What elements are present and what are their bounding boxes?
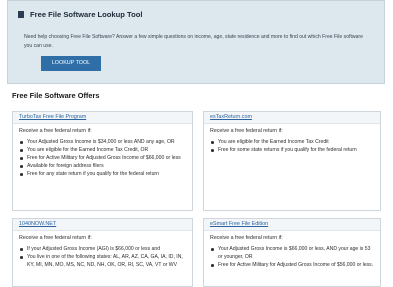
offer-item: Available for foreign address filers [20, 162, 186, 170]
offer-item: Your Adjusted Gross Income is $66,000 or… [211, 245, 374, 261]
offer-item: You are eligible for the Earned Income T… [20, 146, 186, 154]
offer-item: If your Adjusted Gross Income (AGI) is $… [20, 245, 186, 253]
offer-intro: Receive a free federal return if: [19, 235, 92, 241]
offer-item: You are eligible for the Earned Income T… [211, 138, 374, 146]
offer-link-esmart[interactable]: eSmart Free File Edition [204, 219, 380, 229]
offer-item: Free for Active Military for Adjusted Gr… [20, 154, 186, 162]
offer-intro: Receive a free federal return if: [210, 235, 283, 241]
offer-item: Free for any state return if you qualify… [20, 170, 186, 178]
offer-item: Free for Active Military for Adjusted Gr… [211, 262, 374, 268]
offer-card-turbotax: TurboTax Free File Program Receive a fre… [12, 111, 193, 211]
offer-link-1040now[interactable]: 1040NOW.NET [13, 219, 192, 229]
offer-card-estaxreturn: esTaxReturn.com Receive a free federal r… [203, 111, 381, 211]
lookup-title: Free File Software Lookup Tool [30, 10, 143, 19]
offer-card-esmart: eSmart Free File Edition Receive a free … [203, 218, 381, 287]
offer-card-1040now: 1040NOW.NET Receive a free federal retur… [12, 218, 193, 287]
offer-item: Your Adjusted Gross Income is $34,000 or… [20, 138, 186, 146]
offer-item: Free for some state returns if you quali… [211, 146, 374, 154]
lookup-tool-button[interactable]: LOOKUP TOOL [41, 56, 101, 71]
offer-link-turbotax[interactable]: TurboTax Free File Program [13, 112, 192, 122]
offer-intro: Receive a free federal return if: [19, 128, 92, 134]
lookup-tool-panel: Free File Software Lookup Tool Need help… [7, 0, 385, 84]
offer-intro: Receive a free federal return if: [210, 128, 283, 134]
lookup-description: Need help choosing Free File Software? A… [24, 34, 363, 49]
offer-item: You live in one of the following states:… [20, 253, 186, 269]
offers-heading: Free File Software Offers [12, 91, 100, 100]
offer-link-estaxreturn[interactable]: esTaxReturn.com [204, 112, 380, 122]
